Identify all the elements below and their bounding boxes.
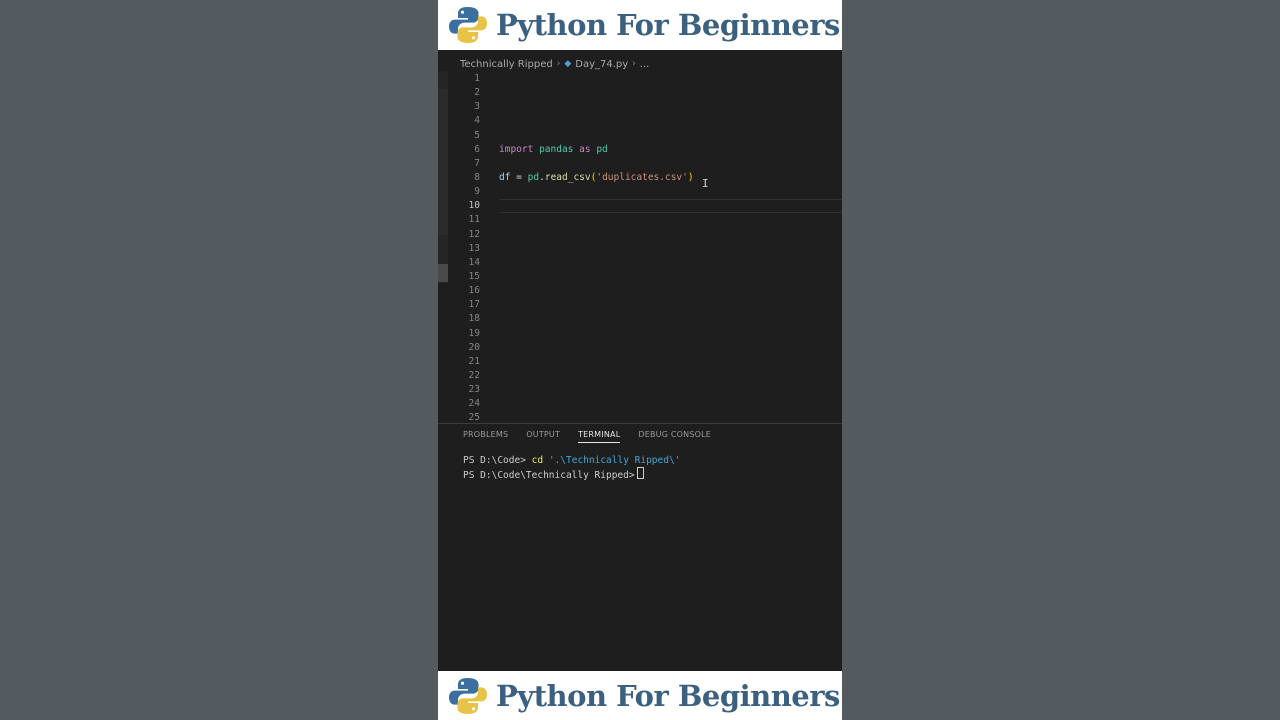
breadcrumb-folder[interactable]: Technically Ripped	[460, 59, 553, 70]
code-line-10	[499, 199, 842, 214]
video-frame: Python For Beginners Technically Ripped …	[438, 0, 842, 720]
code-area[interactable]: import pandas as pd df = pd.read_csv('du…	[499, 72, 842, 214]
banner-title: Python For Beginners	[496, 8, 840, 42]
line-number: 10	[468, 200, 480, 212]
tab-terminal[interactable]: TERMINAL	[578, 430, 621, 443]
chevron-right-icon: ›	[632, 59, 636, 69]
tab-debug-console[interactable]: DEBUG CONSOLE	[638, 430, 711, 443]
line-number: 11	[468, 214, 480, 226]
terminal-cursor	[636, 467, 644, 479]
line-number: 3	[474, 101, 480, 113]
line-number: 9	[474, 186, 480, 198]
line-number: 15	[468, 270, 480, 282]
banner-title: Python For Beginners	[496, 678, 840, 713]
line-number: 20	[468, 341, 480, 353]
line-number: 21	[468, 355, 480, 367]
tab-problems[interactable]: PROBLEMS	[463, 430, 508, 443]
panel-tabs: PROBLEMS OUTPUT TERMINAL DEBUG CONSOLE	[463, 430, 711, 443]
line-number: 7	[474, 157, 480, 169]
line-number: 1	[474, 73, 480, 84]
line-number: 5	[474, 129, 480, 141]
chevron-right-icon: ›	[556, 59, 561, 69]
line-number: 24	[468, 398, 480, 410]
line-number: 14	[468, 256, 480, 268]
code-editor[interactable]: Technically Ripped › ◆ Day_74.py › ... 1…	[438, 51, 842, 423]
top-banner: Python For Beginners	[438, 0, 842, 50]
right-background	[842, 0, 1280, 720]
ibeam-cursor-icon: I	[702, 177, 709, 190]
line-number: 12	[468, 228, 480, 240]
line-number: 8	[474, 171, 480, 183]
line-number: 2	[474, 87, 480, 99]
line-number: 16	[468, 285, 480, 297]
line-number: 6	[474, 143, 480, 155]
line-number: 22	[468, 369, 480, 381]
left-background	[0, 0, 438, 720]
line-number: 4	[474, 115, 480, 127]
terminal-line-2: PS D:\Code\Technically Ripped>	[463, 467, 680, 481]
code-line-6: import pandas as pd	[499, 143, 608, 155]
breadcrumb: Technically Ripped › ◆ Day_74.py › ...	[460, 57, 649, 71]
breadcrumb-file[interactable]: Day_74.py	[575, 59, 628, 70]
line-number: 13	[468, 242, 480, 254]
code-line-8: df = pd.read_csv('duplicates.csv')	[499, 171, 694, 183]
python-logo-icon	[449, 7, 487, 43]
line-number-gutter: 1 2 3 4 5 6 7 8 9 10 11 12 13 14 15 16 17 18 19 20 21 22 23 24 2…	[438, 72, 480, 426]
line-number: 19	[468, 327, 480, 339]
breadcrumb-ellipsis[interactable]: ...	[640, 59, 650, 70]
line-number: 17	[468, 299, 480, 311]
python-file-icon: ◆	[564, 59, 572, 69]
tab-output[interactable]: OUTPUT	[526, 430, 560, 443]
bottom-panel: PROBLEMS OUTPUT TERMINAL DEBUG CONSOLE P…	[438, 424, 842, 671]
terminal-line-1: PS D:\Code> cd '.\Technically Ripped\'	[463, 455, 681, 466]
line-number: 18	[468, 313, 480, 325]
python-logo-icon	[449, 677, 487, 714]
bottom-banner: Python For Beginners	[438, 671, 842, 720]
line-number: 23	[468, 384, 480, 396]
terminal[interactable]: PS D:\Code> cd '.\Technically Ripped\' P…	[463, 454, 681, 481]
